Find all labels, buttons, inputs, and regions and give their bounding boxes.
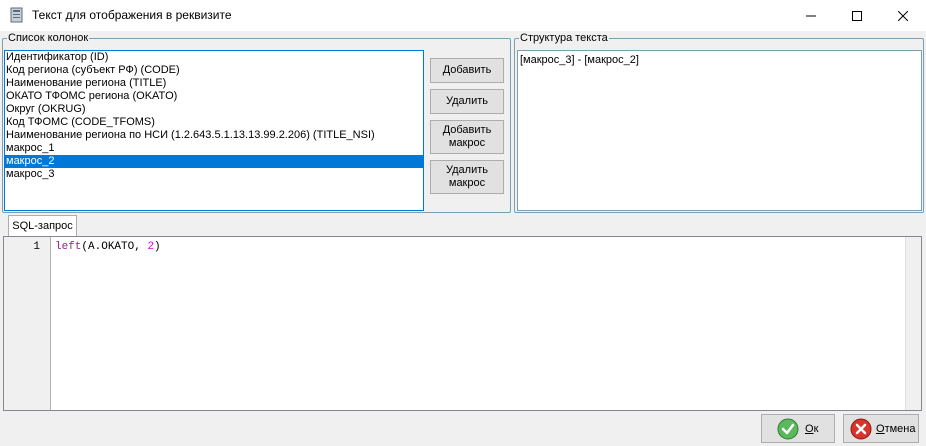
list-item[interactable]: ОКАТО ТФОМС региона (OKATO) [5, 90, 423, 103]
list-item[interactable]: Идентификатор (ID) [5, 51, 423, 64]
window-title: Текст для отображения в реквизите [32, 8, 232, 22]
list-item[interactable]: Код ТФОМС (CODE_TFOMS) [5, 116, 423, 129]
add-macro-label: Добавить макрос [442, 124, 492, 149]
list-item[interactable]: макрос_3 [5, 168, 423, 181]
list-item-selected[interactable]: макрос_2 [5, 155, 423, 168]
close-icon [898, 10, 908, 21]
cancel-icon [850, 418, 872, 439]
columns-group-legend: Список колонок [8, 32, 89, 44]
cancel-button[interactable]: Отмена [843, 414, 919, 443]
structure-group-legend: Структура текста [520, 32, 608, 44]
title-bar: Текст для отображения в реквизите [0, 0, 926, 31]
check-icon [777, 418, 799, 439]
line-number: 1 [33, 241, 40, 253]
remove-macro-label: Удалить макрос [446, 164, 488, 189]
remove-button[interactable]: Удалить [430, 89, 504, 114]
code-argument: A.OKATO, [88, 241, 148, 253]
list-item[interactable]: Наименование региона (TITLE) [5, 77, 423, 90]
app-icon [10, 7, 23, 23]
close-button[interactable] [880, 0, 926, 31]
ok-label: Ок [805, 422, 819, 435]
code-function: left [55, 241, 82, 253]
add-button[interactable]: Добавить [430, 58, 504, 83]
cancel-label: Отмена [876, 422, 916, 435]
columns-listbox[interactable]: Идентификатор (ID) Код региона (субъект … [4, 50, 424, 211]
tab-sql-query[interactable]: SQL-запрос [8, 215, 77, 236]
list-item[interactable]: Округ (OKRUG) [5, 103, 423, 116]
minimize-button[interactable] [788, 0, 834, 31]
list-item[interactable]: макрос_1 [5, 142, 423, 155]
sql-editor[interactable]: 1 left(A.OKATO, 2) [3, 236, 922, 411]
remove-macro-button[interactable]: Удалить макрос [430, 160, 504, 194]
ok-button[interactable]: Ок [761, 414, 835, 443]
add-macro-button[interactable]: Добавить макрос [430, 120, 504, 154]
list-item[interactable]: Наименование региона по НСИ (1.2.643.5.1… [5, 129, 423, 142]
code-line[interactable]: left(A.OKATO, 2) [55, 241, 161, 253]
minimize-icon [806, 15, 816, 16]
maximize-icon [852, 10, 862, 21]
line-number-gutter: 1 [4, 237, 51, 410]
vertical-scrollbar[interactable] [905, 237, 921, 410]
maximize-button[interactable] [834, 0, 880, 31]
code-paren-close: ) [154, 241, 161, 253]
structure-text-field[interactable]: [макрос_3] - [макрос_2] [517, 50, 922, 211]
list-item[interactable]: Код региона (субъект РФ) (CODE) [5, 64, 423, 77]
